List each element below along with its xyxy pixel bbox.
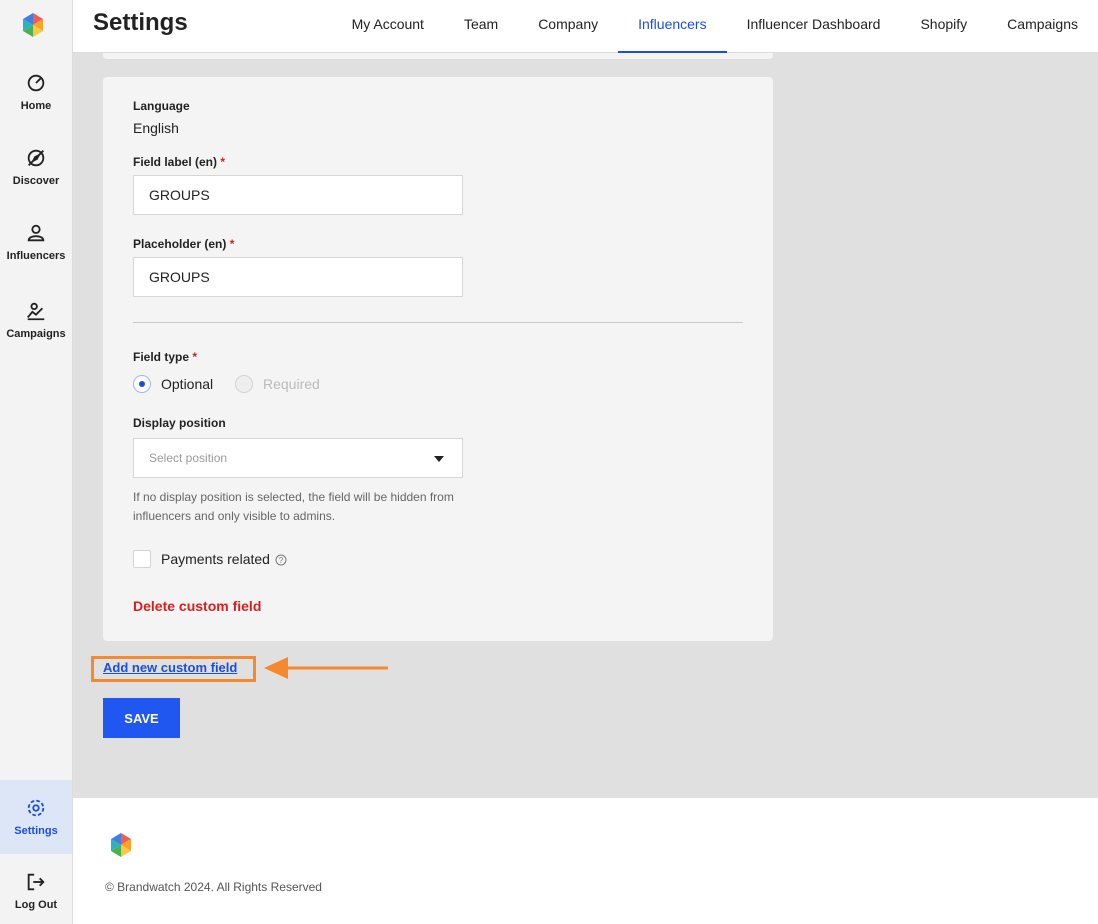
language-label: Language [133, 99, 190, 113]
dashboard-gauge-icon [27, 74, 45, 92]
chart-icon [27, 302, 45, 321]
tab-company[interactable]: Company [518, 0, 618, 53]
previous-card-edge [103, 53, 773, 60]
sidebar-item-label: Influencers [6, 250, 66, 262]
display-position-hint: If no display position is selected, the … [133, 490, 454, 523]
sidebar-item-label: Discover [12, 175, 60, 187]
logout-icon [27, 873, 45, 891]
brandwatch-logo-icon [111, 833, 131, 857]
radio-optional[interactable] [133, 375, 151, 393]
placeholder-heading: Placeholder (en) * [133, 237, 234, 251]
placeholder-text: Placeholder (en) [133, 237, 227, 251]
field-label-heading: Field label (en) * [133, 155, 225, 169]
required-marker: * [192, 350, 198, 364]
brandwatch-logo-icon[interactable] [20, 12, 46, 38]
sidebar: Home Discover Influencers Campaigns Sett… [0, 0, 73, 924]
display-position-placeholder: Select position [149, 451, 228, 465]
payments-related-checkbox[interactable] [133, 550, 151, 568]
display-position-label: Display position [133, 416, 226, 430]
payments-related-label[interactable]: Payments related [161, 551, 270, 567]
tab-shopify[interactable]: Shopify [900, 0, 987, 53]
tab-team[interactable]: Team [444, 0, 518, 53]
sidebar-item-label: Home [20, 100, 52, 112]
delete-custom-field-link[interactable]: Delete custom field [133, 598, 261, 614]
settings-tabs: My Account Team Company Influencers Infl… [332, 0, 1098, 53]
sidebar-item-settings[interactable]: Settings [0, 780, 72, 854]
page-title: Settings [93, 9, 188, 36]
field-type-text: Field type [133, 350, 190, 364]
add-custom-field-link[interactable]: Add new custom field [103, 660, 237, 675]
copyright-text: © Brandwatch 2024. All Rights Reserved [105, 880, 322, 894]
required-marker: * [229, 237, 235, 251]
chevron-down-icon [434, 456, 444, 462]
sidebar-item-campaigns[interactable]: Campaigns [0, 283, 72, 357]
sidebar-item-discover[interactable]: Discover [0, 130, 72, 204]
sidebar-item-influencers[interactable]: Influencers [0, 205, 72, 279]
sidebar-item-logout[interactable]: Log Out [0, 854, 72, 924]
user-icon [27, 224, 45, 242]
footer: © Brandwatch 2024. All Rights Reserved [73, 798, 1098, 924]
sidebar-item-home[interactable]: Home [0, 55, 72, 129]
save-button[interactable]: SAVE [103, 698, 180, 738]
help-icon[interactable]: ? [275, 554, 287, 566]
tab-influencer-dashboard[interactable]: Influencer Dashboard [727, 0, 901, 53]
field-type-heading: Field type * [133, 350, 197, 364]
display-position-select[interactable]: Select position [133, 438, 463, 478]
sidebar-item-label: Campaigns [6, 328, 66, 340]
radio-required[interactable] [235, 375, 253, 393]
svg-text:?: ? [279, 556, 284, 565]
field-label-input[interactable]: GROUPS [133, 175, 463, 215]
custom-field-card: Language English Field label (en) * GROU… [103, 77, 773, 641]
radio-optional-label[interactable]: Optional [161, 376, 213, 392]
sidebar-item-label: Settings [14, 825, 58, 837]
tab-influencers[interactable]: Influencers [618, 0, 728, 53]
top-header: Settings My Account Team Company Influen… [73, 0, 1098, 53]
tab-campaigns[interactable]: Campaigns [987, 0, 1098, 53]
arrow-left-icon [264, 657, 388, 679]
gear-icon [27, 799, 45, 817]
language-value: English [133, 120, 179, 136]
sidebar-item-label: Log Out [14, 899, 58, 911]
field-label-text: Field label (en) [133, 155, 218, 169]
placeholder-input[interactable]: GROUPS [133, 257, 463, 297]
radio-required-label[interactable]: Required [263, 376, 320, 392]
required-marker: * [220, 155, 226, 169]
section-divider [133, 322, 743, 323]
tab-my-account[interactable]: My Account [332, 0, 444, 53]
compass-icon [27, 149, 45, 167]
